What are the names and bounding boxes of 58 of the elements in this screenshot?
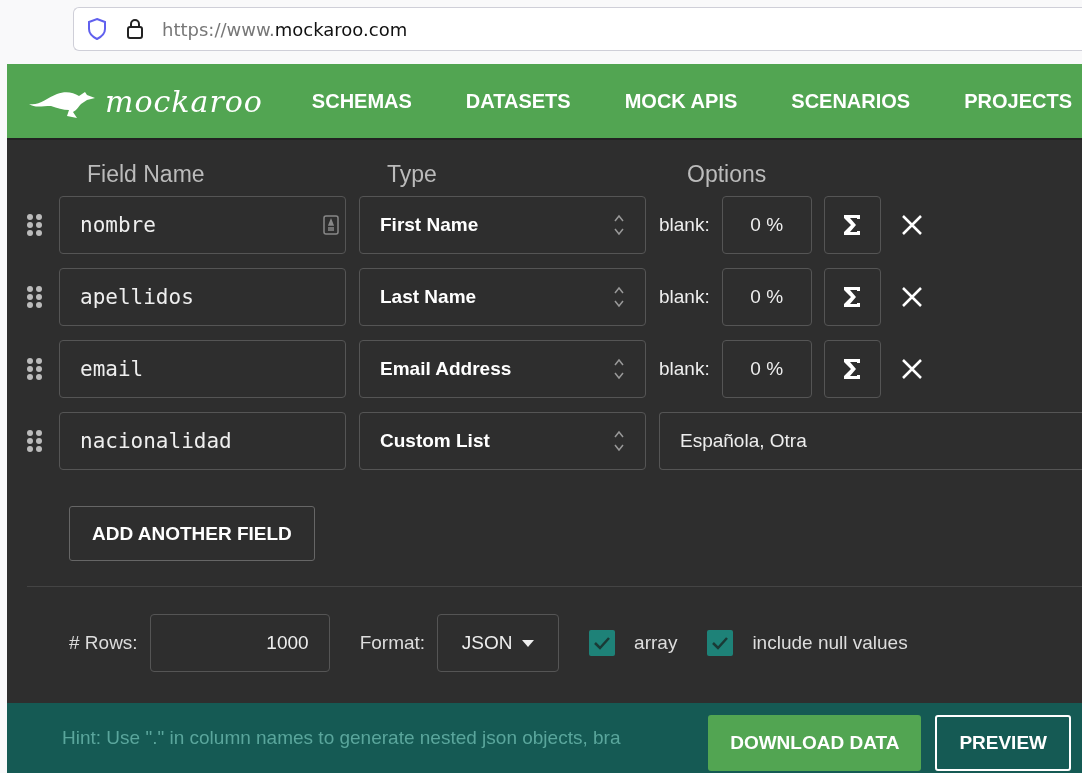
check-icon <box>711 636 730 650</box>
checkbox[interactable] <box>589 630 616 656</box>
remove-button[interactable] <box>900 358 923 380</box>
field-name-input[interactable]: apellidos <box>59 268 346 326</box>
lock-icon <box>126 18 144 40</box>
blank-percent-input[interactable]: 0 % <box>721 340 812 398</box>
checkbox[interactable] <box>707 630 734 656</box>
drag-handle-icon[interactable] <box>27 213 43 237</box>
rows-label: # Rows: <box>69 632 138 654</box>
type-select[interactable]: First Name <box>359 196 646 254</box>
up-down-icon <box>613 429 625 453</box>
preview-button[interactable]: PREVIEW <box>935 715 1071 771</box>
type-select[interactable]: Last Name <box>359 268 646 326</box>
rows-input[interactable]: 1000 <box>149 614 330 672</box>
check-icon <box>593 636 612 650</box>
close-icon <box>900 286 923 308</box>
remove-button[interactable] <box>900 214 923 236</box>
drag-handle-icon[interactable] <box>27 285 43 309</box>
formula-button[interactable] <box>823 196 881 254</box>
blank-percent-input[interactable]: 0 % <box>721 268 812 326</box>
add-field-button[interactable]: ADD ANOTHER FIELD <box>69 506 315 561</box>
column-header: Options <box>687 160 768 188</box>
field-name-input[interactable]: nombre <box>59 196 346 254</box>
formula-button[interactable] <box>823 268 881 326</box>
up-down-icon <box>613 285 625 309</box>
type-select[interactable]: Custom List <box>359 412 646 470</box>
field-name-input[interactable]: nacionalidad <box>59 412 346 470</box>
checkbox-label: include null values <box>752 632 908 654</box>
remove-button[interactable] <box>900 286 923 308</box>
checkbox-label: array <box>634 632 678 654</box>
list-values-input[interactable]: Española, Otra <box>659 412 1082 470</box>
drag-handle-icon[interactable] <box>27 429 43 453</box>
blank-label: blank: <box>659 286 710 308</box>
close-icon <box>900 214 923 236</box>
sigma-icon <box>842 357 863 381</box>
shield-icon <box>86 17 108 41</box>
up-down-icon <box>613 213 625 237</box>
format-select[interactable]: JSON <box>437 614 560 672</box>
contact-card-icon <box>323 215 339 235</box>
blank-label: blank: <box>659 358 710 380</box>
field-name-input[interactable]: email <box>59 340 346 398</box>
format-label: Format: <box>359 632 426 654</box>
sigma-icon <box>842 213 863 237</box>
address-bar[interactable]: https://www.mockaroo.com <box>73 7 1082 51</box>
blank-label: blank: <box>659 214 710 236</box>
formula-button[interactable] <box>823 340 881 398</box>
sigma-icon <box>842 285 863 309</box>
url-text: https://www.mockaroo.com <box>162 18 408 40</box>
hint-text: Hint: Use "." in column names to generate nested json objects, bra <box>62 727 621 749</box>
brand-name: mockaroo <box>105 83 263 119</box>
type-select[interactable]: Email Address <box>359 340 646 398</box>
column-header: Field Name <box>87 160 206 188</box>
caret-icon <box>522 639 535 647</box>
up-down-icon <box>613 357 625 381</box>
drag-handle-icon[interactable] <box>27 357 43 381</box>
column-header: Type <box>387 160 438 188</box>
close-icon <box>900 358 923 380</box>
blank-percent-input[interactable]: 0 % <box>721 196 812 254</box>
